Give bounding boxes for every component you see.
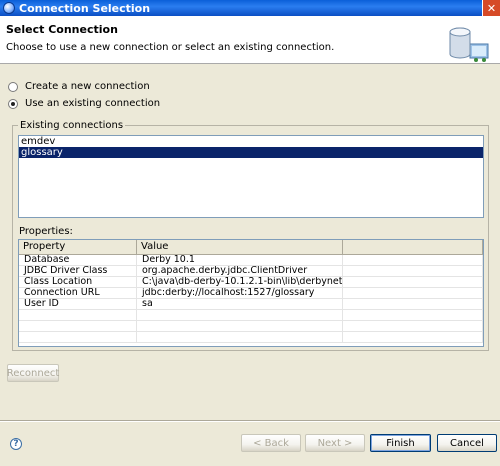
title-bar: Connection Selection ✕ xyxy=(0,0,500,16)
window-title: Connection Selection xyxy=(19,1,151,15)
empty-cell xyxy=(343,288,483,299)
property-cell: JDBC Driver Class xyxy=(19,266,137,277)
next-button[interactable]: Next > xyxy=(305,434,365,452)
reconnect-button[interactable]: Reconnect xyxy=(7,364,59,382)
empty-row xyxy=(19,310,483,321)
use-existing-option[interactable]: Use an existing connection xyxy=(8,98,160,109)
create-new-label: Create a new connection xyxy=(25,81,150,92)
use-existing-radio[interactable] xyxy=(8,98,18,109)
footer-divider xyxy=(0,420,500,422)
wizard-header: Select Connection Choose to use a new co… xyxy=(0,16,500,64)
table-row[interactable]: User ID sa xyxy=(19,299,483,310)
list-item[interactable]: emdev xyxy=(19,136,483,147)
empty-cell xyxy=(343,255,483,266)
column-header-property[interactable]: Property xyxy=(19,240,137,255)
value-cell: org.apache.derby.jdbc.ClientDriver xyxy=(137,266,343,277)
empty-row xyxy=(19,332,483,343)
finish-button[interactable]: Finish xyxy=(370,434,431,452)
properties-table: Property Value Database Derby 10.1 JDBC … xyxy=(18,239,484,347)
value-cell: Derby 10.1 xyxy=(137,255,343,266)
empty-cell xyxy=(343,266,483,277)
table-row[interactable]: Class Location C:\java\db-derby-10.1.2.1… xyxy=(19,277,483,288)
property-cell: User ID xyxy=(19,299,137,310)
empty-cell xyxy=(343,277,483,288)
create-new-option[interactable]: Create a new connection xyxy=(8,81,150,92)
database-icon xyxy=(449,27,489,62)
close-icon[interactable]: ✕ xyxy=(482,0,500,16)
property-cell: Class Location xyxy=(19,277,137,288)
empty-cell xyxy=(343,299,483,310)
value-cell: jdbc:derby://localhost:1527/glossary xyxy=(137,288,343,299)
cancel-button[interactable]: Cancel xyxy=(437,434,497,452)
use-existing-label: Use an existing connection xyxy=(25,98,161,109)
connections-list[interactable]: emdev glossary xyxy=(18,135,484,218)
back-button[interactable]: < Back xyxy=(241,434,301,452)
value-cell: sa xyxy=(137,299,343,310)
help-icon[interactable]: ? xyxy=(10,438,22,450)
value-cell: C:\java\db-derby-10.1.2.1-bin\lib\derbyn… xyxy=(137,277,343,288)
table-row[interactable]: Connection URL jdbc:derby://localhost:15… xyxy=(19,288,483,299)
page-description: Choose to use a new connection or select… xyxy=(6,42,335,53)
property-cell: Connection URL xyxy=(19,288,137,299)
table-row[interactable]: Database Derby 10.1 xyxy=(19,255,483,266)
column-header-value[interactable]: Value xyxy=(137,240,343,255)
table-header: Property Value xyxy=(19,240,483,255)
existing-connections-label: Existing connections xyxy=(18,120,126,131)
properties-label: Properties: xyxy=(19,226,73,237)
list-item[interactable]: glossary xyxy=(19,147,483,158)
empty-row xyxy=(19,321,483,332)
column-header-extra[interactable] xyxy=(343,240,483,255)
page-title: Select Connection xyxy=(6,23,118,36)
table-row[interactable]: JDBC Driver Class org.apache.derby.jdbc.… xyxy=(19,266,483,277)
property-cell: Database xyxy=(19,255,137,266)
eclipse-icon xyxy=(3,2,15,14)
create-new-radio[interactable] xyxy=(8,81,18,92)
